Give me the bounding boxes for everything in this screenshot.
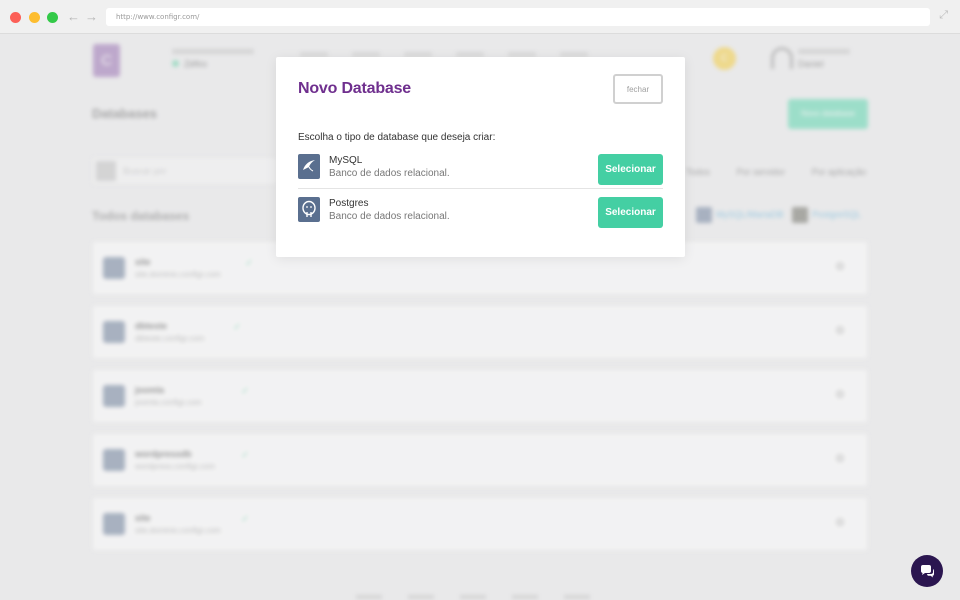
database-host: site.dominio.configr.com bbox=[135, 270, 221, 279]
database-type-icon bbox=[103, 449, 125, 471]
elephant-icon bbox=[298, 197, 320, 222]
gear-icon[interactable]: ⚙ bbox=[835, 452, 845, 465]
legend-mysql: MySQL/MariaDB bbox=[696, 207, 784, 223]
option-name: Postgres bbox=[329, 198, 369, 209]
filter-tabs[interactable]: Todos Por servidor Por aplicação bbox=[686, 167, 890, 177]
database-row[interactable]: site site.dominio.configr.com ✓ ⚙ bbox=[92, 497, 868, 551]
database-name: site bbox=[135, 513, 151, 523]
maximize-window-dot[interactable] bbox=[47, 12, 58, 23]
close-button[interactable]: fechar bbox=[613, 74, 663, 104]
section-title: Todos databases bbox=[92, 209, 190, 223]
gear-icon[interactable]: ⚙ bbox=[835, 388, 845, 401]
database-host: site.dominio.configr.com bbox=[135, 526, 221, 535]
search-icon bbox=[96, 161, 116, 181]
legend-postgres: PostgreSQL bbox=[792, 207, 861, 223]
modal-prompt: Escolha o tipo de database que deseja cr… bbox=[298, 132, 496, 143]
option-divider bbox=[298, 188, 663, 189]
database-host: dbteste.configr.com bbox=[135, 334, 205, 343]
forward-arrow-icon[interactable]: → bbox=[85, 8, 98, 26]
search-placeholder: Buscar por bbox=[123, 166, 167, 176]
back-arrow-icon[interactable]: ← bbox=[67, 8, 80, 26]
chat-bubble-icon bbox=[921, 565, 934, 578]
database-type-icon bbox=[103, 257, 125, 279]
gear-icon[interactable]: ⚙ bbox=[835, 324, 845, 337]
check-icon: ✓ bbox=[233, 322, 242, 333]
database-option-postgres: Postgres Banco de dados relacional. Sele… bbox=[298, 195, 663, 235]
gear-icon[interactable]: ⚙ bbox=[835, 260, 845, 273]
mysql-legend-icon bbox=[696, 207, 712, 223]
database-name: site bbox=[135, 257, 151, 267]
user-menu[interactable]: Daniel bbox=[798, 59, 824, 69]
database-name: dbteste bbox=[135, 321, 168, 331]
filter-tab[interactable]: Por servidor bbox=[737, 167, 786, 177]
database-name: wordpressdb bbox=[135, 449, 192, 459]
select-postgres-button[interactable]: Selecionar bbox=[598, 197, 663, 228]
database-row[interactable]: dbteste dbteste.configr.com ✓ ⚙ bbox=[92, 305, 868, 359]
option-name: MySQL bbox=[329, 155, 363, 166]
minimize-window-dot[interactable] bbox=[29, 12, 40, 23]
new-database-button[interactable]: Novo database bbox=[788, 99, 868, 129]
filter-tab[interactable]: Todos bbox=[686, 167, 710, 177]
database-name: joomla bbox=[135, 385, 165, 395]
gear-icon[interactable]: ⚙ bbox=[835, 516, 845, 529]
account-selector[interactable]: Zéfiro bbox=[172, 59, 207, 69]
close-window-dot[interactable] bbox=[10, 12, 21, 23]
browser-chrome: ← → http://www.configr.com/ ⤢ bbox=[0, 0, 960, 34]
database-type-icon bbox=[103, 385, 125, 407]
footer-links[interactable] bbox=[356, 595, 616, 599]
check-icon: ✓ bbox=[245, 258, 254, 269]
database-option-mysql: MySQL Banco de dados relacional. Selecio… bbox=[298, 152, 663, 192]
database-host: joomla.configr.com bbox=[135, 398, 202, 407]
check-icon: ✓ bbox=[241, 514, 250, 525]
option-description: Banco de dados relacional. bbox=[329, 168, 450, 179]
check-icon: ✓ bbox=[241, 450, 250, 461]
dolphin-icon bbox=[298, 154, 320, 179]
account-label-placeholder bbox=[172, 49, 254, 54]
search-input[interactable]: Buscar por bbox=[92, 157, 278, 185]
modal-title: Novo Database bbox=[298, 80, 411, 97]
database-type-icon bbox=[103, 321, 125, 343]
expand-icon[interactable]: ⤢ bbox=[939, 9, 948, 22]
postgres-legend-icon bbox=[792, 207, 808, 223]
chat-button[interactable] bbox=[911, 555, 943, 587]
app-logo: C bbox=[93, 44, 120, 77]
database-host: wordpress.configr.com bbox=[135, 462, 216, 471]
database-row[interactable]: joomla joomla.configr.com ✓ ⚙ bbox=[92, 369, 868, 423]
page-title: Databases bbox=[92, 106, 158, 121]
user-label-placeholder bbox=[798, 49, 850, 54]
database-type-icon bbox=[103, 513, 125, 535]
new-database-modal: Novo Database fechar Escolha o tipo de d… bbox=[276, 57, 685, 257]
user-avatar-icon[interactable] bbox=[771, 47, 793, 69]
option-description: Banco de dados relacional. bbox=[329, 211, 450, 222]
filter-tab[interactable]: Por aplicação bbox=[812, 167, 867, 177]
select-mysql-button[interactable]: Selecionar bbox=[598, 154, 663, 185]
database-row[interactable]: wordpressdb wordpress.configr.com ✓ ⚙ bbox=[92, 433, 868, 487]
check-icon: ✓ bbox=[241, 386, 250, 397]
address-bar[interactable]: http://www.configr.com/ bbox=[106, 8, 930, 26]
credits-coin-icon[interactable]: C bbox=[713, 47, 736, 70]
